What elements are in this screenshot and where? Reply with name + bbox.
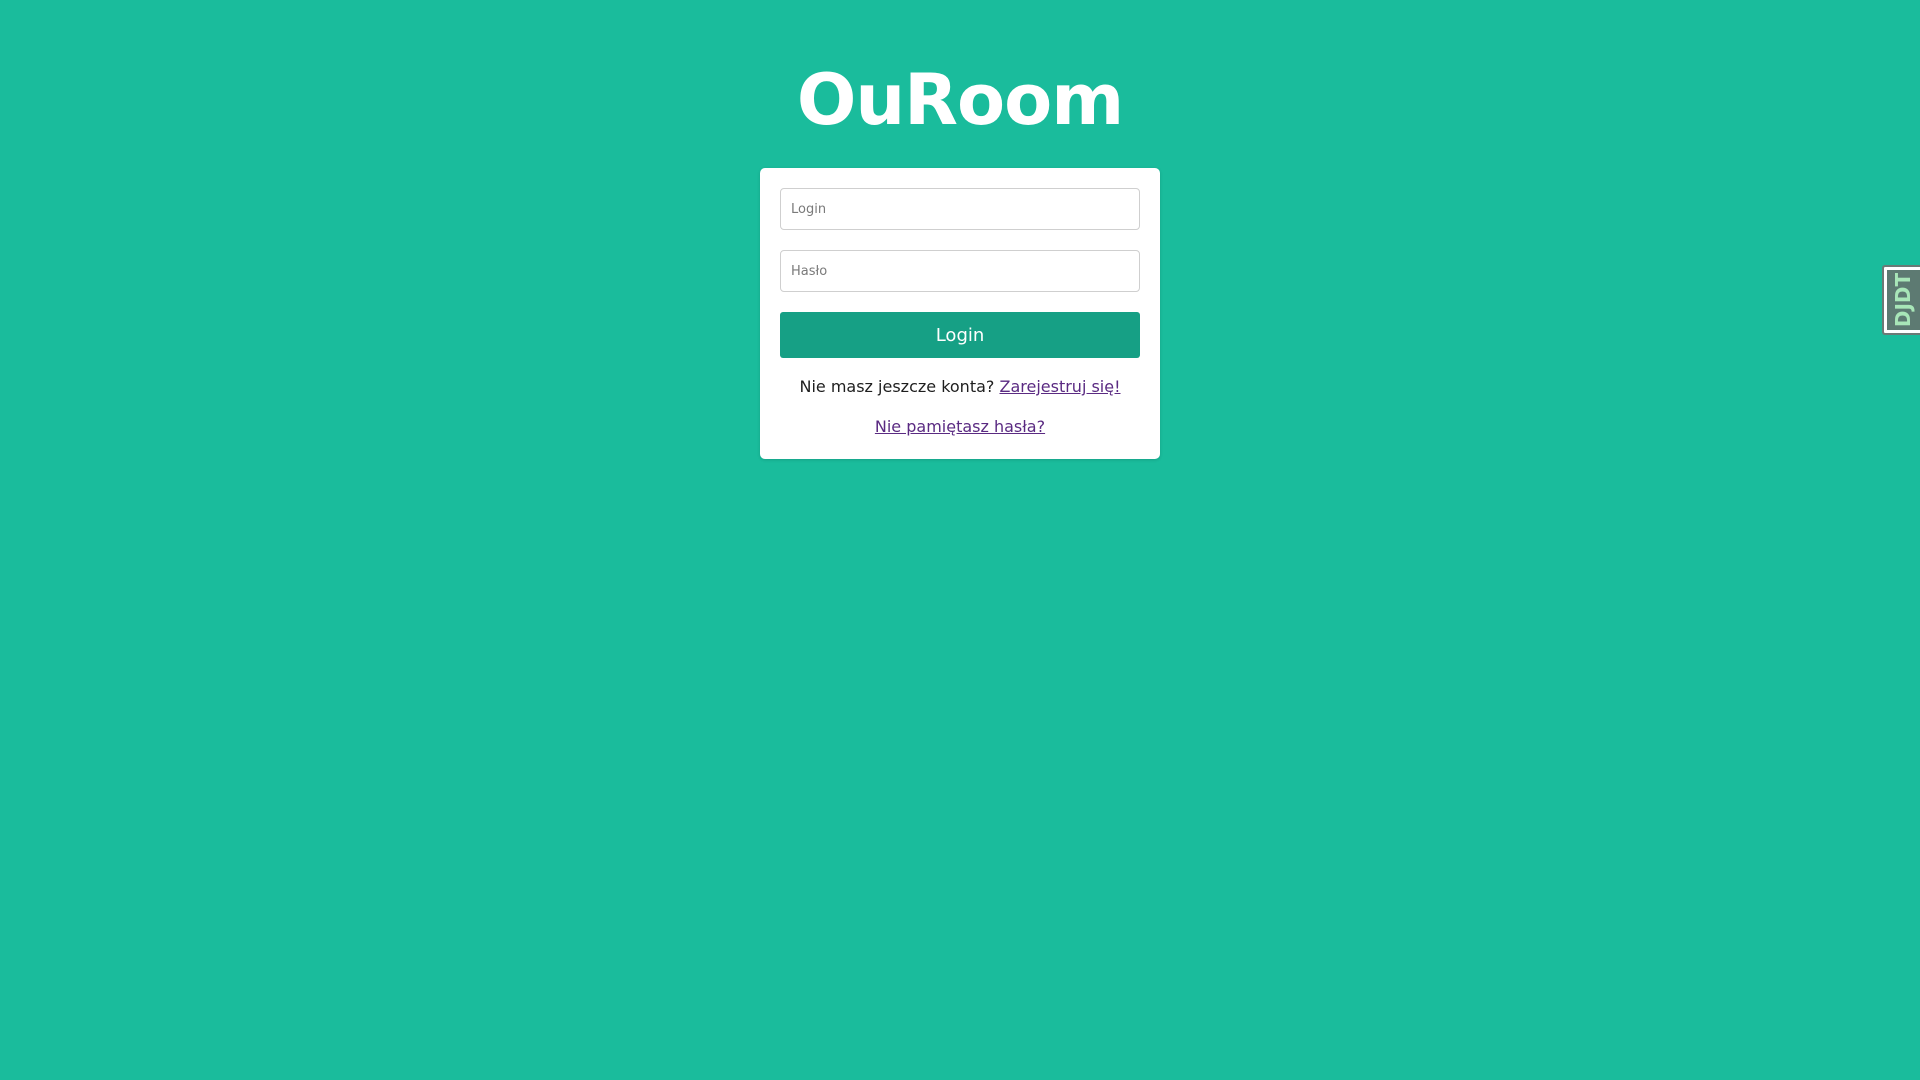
debug-toolbar-handle-inner: DJDT (1887, 270, 1920, 330)
signup-line: Nie masz jeszcze konta? Zarejestruj się! (780, 376, 1140, 398)
debug-toolbar-label: DJDT (1891, 272, 1916, 328)
login-input[interactable] (780, 188, 1140, 230)
forgot-line: Nie pamiętasz hasła? (780, 416, 1140, 438)
app-title: OuRoom (796, 59, 1124, 141)
login-card: Login Nie masz jeszcze konta? Zarejestru… (760, 168, 1160, 459)
signup-link[interactable]: Zarejestruj się! (999, 377, 1120, 396)
debug-toolbar-handle[interactable]: DJDT (1882, 265, 1920, 335)
signup-prompt: Nie masz jeszcze konta? (799, 377, 995, 396)
forgot-password-link[interactable]: Nie pamiętasz hasła? (875, 417, 1045, 436)
login-button[interactable]: Login (780, 312, 1140, 358)
login-page: OuRoom Login Nie masz jeszcze konta? Zar… (0, 0, 1920, 1080)
password-input[interactable] (780, 250, 1140, 292)
